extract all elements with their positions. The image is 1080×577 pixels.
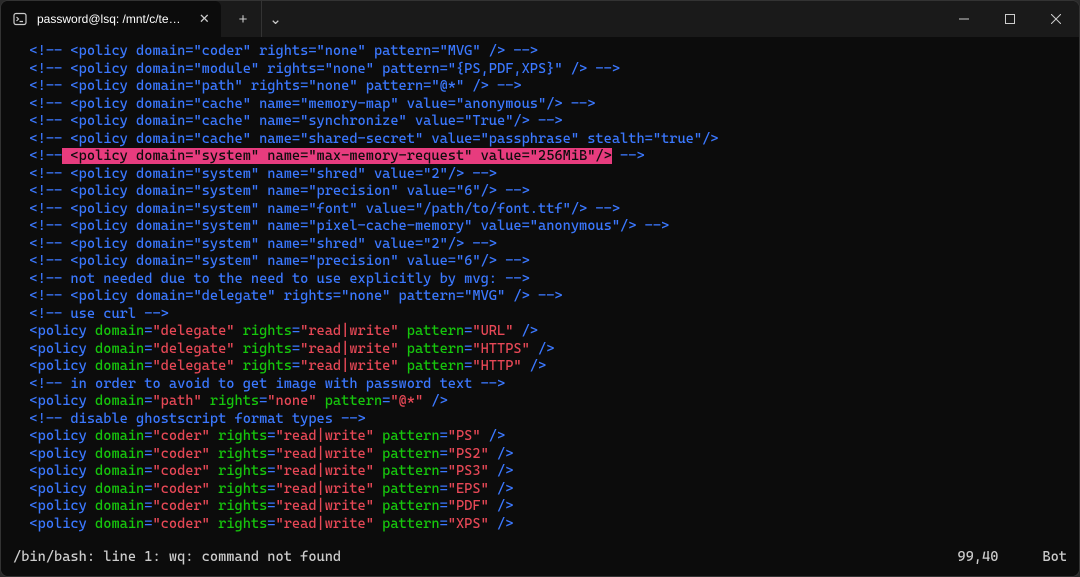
terminal-icon — [13, 12, 27, 26]
titlebar: password@lsq: /mnt/c/test/te ✕ + ⌄ — [1, 1, 1079, 37]
terminal-content: <!-- <policy domain="coder" rights="none… — [13, 43, 1067, 533]
code-line: <!-- in order to avoid to get image with… — [13, 376, 1067, 394]
code-line: <!-- not needed due to the need to use e… — [13, 271, 1067, 289]
code-line: <!-- disable ghostscript format types --… — [13, 411, 1067, 429]
maximize-button[interactable] — [987, 1, 1033, 37]
code-line: <!-- <policy domain="system" name="max-m… — [13, 148, 1067, 166]
terminal-tab[interactable]: password@lsq: /mnt/c/test/te ✕ — [1, 1, 221, 37]
status-message: /bin/bash: line 1: wq: command not found — [13, 549, 341, 567]
code-line: <policy domain="coder" rights="read|writ… — [13, 463, 1067, 481]
code-line: <policy domain="coder" rights="read|writ… — [13, 516, 1067, 534]
code-line: <!-- <policy domain="system" name="shred… — [13, 166, 1067, 184]
code-line: <!-- <policy domain="system" name="preci… — [13, 253, 1067, 271]
new-tab-button[interactable]: + — [225, 1, 261, 37]
code-line: <!-- <policy domain="path" rights="none"… — [13, 78, 1067, 96]
code-line: <!-- <policy domain="cache" name="synchr… — [13, 113, 1067, 131]
terminal-window: password@lsq: /mnt/c/test/te ✕ + ⌄ <!-- … — [0, 0, 1080, 577]
minimize-button[interactable] — [941, 1, 987, 37]
code-line: <policy domain="coder" rights="read|writ… — [13, 446, 1067, 464]
code-line: <!-- <policy domain="cache" name="shared… — [13, 131, 1067, 149]
code-line: <!-- <policy domain="system" name="shred… — [13, 236, 1067, 254]
tab-title: password@lsq: /mnt/c/test/te — [37, 12, 186, 26]
code-line: <policy domain="delegate" rights="read|w… — [13, 358, 1067, 376]
code-line: <!-- <policy domain="coder" rights="none… — [13, 43, 1067, 61]
code-line: <!-- <policy domain="system" name="pixel… — [13, 218, 1067, 236]
code-line: <policy domain="coder" rights="read|writ… — [13, 498, 1067, 516]
window-controls — [941, 1, 1079, 37]
code-line: <!-- <policy domain="system" name="preci… — [13, 183, 1067, 201]
code-line: <policy domain="path" rights="none" patt… — [13, 393, 1067, 411]
terminal-viewport[interactable]: <!-- <policy domain="coder" rights="none… — [1, 37, 1079, 576]
tab-actions: + ⌄ — [221, 1, 289, 37]
code-line: <policy domain="coder" rights="read|writ… — [13, 428, 1067, 446]
cursor-position: 99,40 — [957, 549, 998, 567]
code-line: <policy domain="delegate" rights="read|w… — [13, 323, 1067, 341]
code-line: <!-- <policy domain="module" rights="non… — [13, 61, 1067, 79]
code-line: <!-- <policy domain="delegate" rights="n… — [13, 288, 1067, 306]
tab-strip: password@lsq: /mnt/c/test/te ✕ + ⌄ — [1, 1, 289, 37]
close-button[interactable] — [1033, 1, 1079, 37]
scroll-indicator: Bot — [1042, 549, 1067, 567]
code-line: <!-- <policy domain="cache" name="memory… — [13, 96, 1067, 114]
code-line: <!-- use curl --> — [13, 306, 1067, 324]
code-line: <!-- <policy domain="system" name="font"… — [13, 201, 1067, 219]
tab-dropdown-button[interactable]: ⌄ — [261, 1, 289, 37]
code-line: <policy domain="delegate" rights="read|w… — [13, 341, 1067, 359]
tab-close-button[interactable]: ✕ — [196, 10, 213, 28]
code-line: <policy domain="coder" rights="read|writ… — [13, 481, 1067, 499]
vim-status-line: /bin/bash: line 1: wq: command not found… — [13, 549, 1067, 567]
